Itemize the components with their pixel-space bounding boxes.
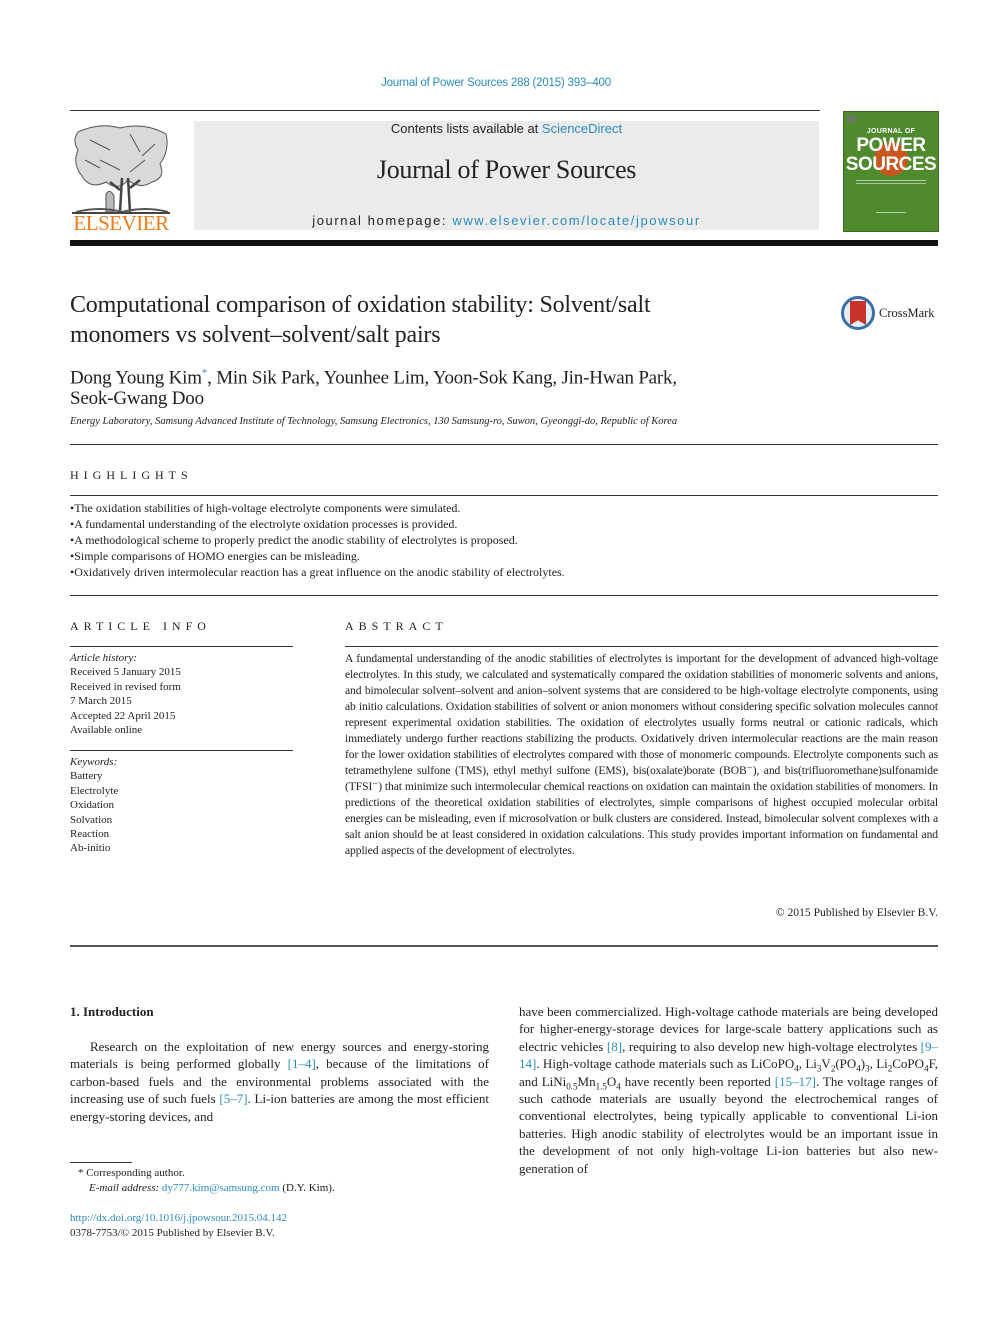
section-heading-introduction: 1. Introduction (70, 1004, 154, 1019)
highlights-list: •The oxidation stabilities of high-volta… (70, 500, 938, 580)
highlight-text: Simple comparisons of HOMO energies can … (74, 549, 360, 563)
author-name: Seok-Gwang Doo (70, 388, 204, 410)
history-entry: 7 March 2015 (70, 695, 132, 708)
author-name[interactable]: Dong Young Kim (70, 367, 202, 388)
crossmark-button[interactable]: CrossMark (841, 296, 941, 334)
keyword: Battery (70, 770, 103, 783)
highlight-item: •A methodological scheme to properly pre… (70, 533, 518, 547)
formula-li3v2po43: Li3V2(PO4)3 (805, 1056, 870, 1074)
journal-title: Journal of Power Sources (376, 155, 637, 184)
abstract-copyright: © 2015 Published by Elsevier B.V. (775, 906, 938, 919)
cover-editor-line (876, 212, 906, 213)
divider (70, 945, 938, 947)
body-text: , requiring to also develop new high-vol… (622, 1038, 921, 1054)
journal-cover-thumbnail[interactable]: JOURNAL OF POWER SOURCES (843, 111, 939, 232)
cover-title-large: POWER SOURCES (844, 136, 938, 174)
journal-homepage-line: journal homepage: www.elsevier.com/locat… (194, 213, 819, 228)
corresponding-label: Corresponding author. (83, 1167, 185, 1179)
divider (70, 750, 293, 751)
title-line-2: monomers vs solvent–solvent/salt pairs (70, 322, 441, 348)
keyword: Oxidation (70, 799, 114, 812)
highlight-item: •A fundamental understanding of the elec… (70, 517, 458, 531)
highlight-text: Oxidatively driven intermolecular reacti… (74, 565, 565, 579)
journal-citation[interactable]: Journal of Power Sources 288 (2015) 393–… (0, 77, 992, 89)
history-entry: Accepted 22 April 2015 (70, 709, 176, 722)
author-list: Dong Young Kim*, Min Sik Park, Younhee L… (70, 363, 830, 409)
body-text: . High-voltage cath­ode materials such a… (536, 1056, 751, 1072)
contents-available-line: Contents lists available at ScienceDirec… (194, 121, 819, 136)
header-thick-divider (70, 240, 938, 246)
keywords-heading: Keywords: (70, 756, 118, 768)
article-history: Article history: Received 5 January 2015… (70, 651, 293, 737)
title-line-1: Computational comparison of oxidation st… (70, 292, 651, 318)
divider (70, 495, 938, 496)
cover-subtitle-lines (856, 180, 926, 181)
divider (70, 595, 938, 596)
body-column-right: have been commercialized. High-voltage c… (519, 1004, 939, 1176)
issn-copyright: 0378-7753/© 2015 Published by Elsevier B… (70, 1227, 275, 1239)
citation-link[interactable]: [15–17] (775, 1074, 816, 1089)
journal-homepage-link[interactable]: www.elsevier.com/locate/jpowsour (452, 213, 700, 228)
formula-licopo4: LiCoPO4 (750, 1056, 799, 1074)
formula-li2copo4f: Li2CoPO4F (876, 1056, 935, 1074)
contents-prefix: Contents lists available at (390, 121, 542, 136)
cover-power: POWER (856, 135, 926, 156)
cover-sources: SOURCES (845, 154, 937, 175)
abstract-text: A fundamental understanding of the anodi… (345, 652, 938, 857)
cover-title-small: JOURNAL OF (866, 128, 916, 135)
homepage-prefix: journal homepage: (312, 213, 453, 228)
highlight-text: A methodological scheme to properly pred… (74, 533, 518, 547)
formula-lini05mn15o4: LiNi0.5Mn1.5O4 (541, 1073, 621, 1092)
highlight-text: The oxidation stabilities of high-voltag… (74, 501, 461, 515)
highlight-text: A fundamental understanding of the elect… (74, 517, 458, 531)
elsevier-wordmark: ELSEVIER (73, 211, 169, 235)
body-column-left: Research on the exploitation of new ener… (70, 1038, 489, 1125)
article-title: Computational comparison of oxidation st… (70, 290, 800, 350)
doi-link[interactable]: http://dx.doi.org/10.1016/j.jpowsour.201… (70, 1211, 287, 1226)
highlight-item: •The oxidation stabilities of high-volta… (70, 501, 461, 515)
sciencedirect-link[interactable]: ScienceDirect (542, 121, 622, 136)
divider (70, 444, 938, 445)
abstract-heading: ABSTRACT (345, 619, 448, 633)
divider (70, 110, 820, 111)
article-info-heading: ARTICLE INFO (70, 619, 211, 633)
citation-link[interactable]: [8] (607, 1039, 622, 1054)
email-suffix: (D.Y. Kim). (279, 1182, 335, 1194)
corresponding-author-footnote: * Corresponding author. E-mail address: … (78, 1166, 488, 1196)
divider (70, 646, 293, 647)
article-history-heading: Article history: (70, 652, 137, 664)
history-entry: Received 5 January 2015 (70, 666, 181, 679)
divider (345, 646, 938, 647)
history-entry: Received in revised form (70, 680, 181, 693)
keyword: Ab-initio (70, 842, 111, 855)
cover-publisher-mark (847, 115, 856, 123)
keywords: Keywords: Battery Electrolyte Oxidation … (70, 755, 293, 856)
author-affiliation: Energy Laboratory, Samsung Advanced Inst… (70, 416, 678, 427)
highlight-item: •Simple comparisons of HOMO energies can… (70, 549, 360, 563)
citation-link[interactable]: [1–4] (288, 1056, 316, 1071)
email-label: E-mail address: (89, 1182, 162, 1194)
author-email-link[interactable]: dy777.kim@samsung.com (162, 1182, 280, 1194)
body-text: have recently been reported (620, 1073, 775, 1089)
highlights-heading: HIGHLIGHTS (70, 468, 193, 482)
crossmark-label: CrossMark (879, 306, 935, 320)
history-entry: Available online (70, 724, 143, 737)
keyword: Reaction (70, 828, 110, 841)
citation-link[interactable]: [5–7] (219, 1091, 247, 1106)
keyword: Electrolyte (70, 784, 119, 797)
highlight-item: •Oxidatively driven intermolecular react… (70, 565, 565, 579)
author-names-rest: , Min Sik Park, Younhee Lim, Yoon-Sok Ka… (207, 367, 677, 389)
footnote-divider (70, 1162, 132, 1163)
keyword: Solvation (70, 813, 113, 826)
